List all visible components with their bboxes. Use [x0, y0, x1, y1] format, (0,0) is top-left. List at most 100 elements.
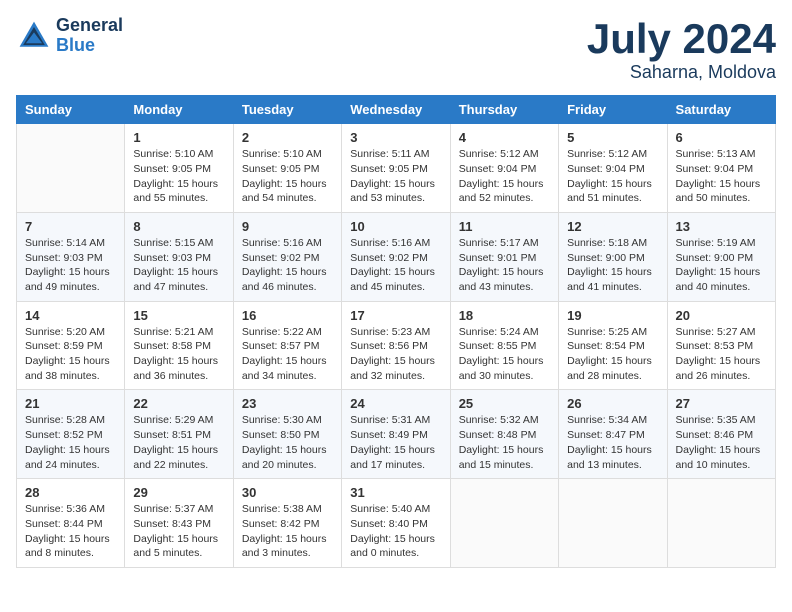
day-number: 4: [459, 130, 550, 145]
calendar-day-cell: [667, 479, 775, 568]
calendar-day-cell: 3 Sunrise: 5:11 AM Sunset: 9:05 PM Daylig…: [342, 124, 450, 213]
day-info: Sunrise: 5:16 AM Sunset: 9:02 PM Dayligh…: [350, 236, 441, 295]
day-info: Sunrise: 5:30 AM Sunset: 8:50 PM Dayligh…: [242, 413, 333, 472]
day-number: 31: [350, 485, 441, 500]
calendar-day-cell: 26 Sunrise: 5:34 AM Sunset: 8:47 PM Dayli…: [559, 390, 667, 479]
day-number: 2: [242, 130, 333, 145]
day-info: Sunrise: 5:13 AM Sunset: 9:04 PM Dayligh…: [676, 147, 767, 206]
calendar-day-cell: 22Sunrise: 5:29 AM Sunset: 8:51 PM Dayli…: [125, 390, 233, 479]
day-info: Sunrise: 5:21 AM Sunset: 8:58 PM Dayligh…: [133, 325, 224, 384]
calendar-day-cell: [559, 479, 667, 568]
day-info: Sunrise: 5:28 AM Sunset: 8:52 PM Dayligh…: [25, 413, 116, 472]
calendar-day-cell: 1 Sunrise: 5:10 AM Sunset: 9:05 PM Daylig…: [125, 124, 233, 213]
day-info: Sunrise: 5:20 AM Sunset: 8:59 PM Dayligh…: [25, 325, 116, 384]
calendar-day-cell: 20Sunrise: 5:27 AM Sunset: 8:53 PM Dayli…: [667, 301, 775, 390]
day-info: Sunrise: 5:40 AM Sunset: 8:40 PM Dayligh…: [350, 502, 441, 561]
calendar-day-cell: [450, 479, 558, 568]
calendar-week-row: 7Sunrise: 5:14 AM Sunset: 9:03 PM Daylig…: [17, 212, 776, 301]
day-number: 7: [25, 219, 116, 234]
title-area: July 2024 Saharna, Moldova: [587, 16, 776, 83]
calendar-day-cell: [17, 124, 125, 213]
calendar-day-cell: 4 Sunrise: 5:12 AM Sunset: 9:04 PM Daylig…: [450, 124, 558, 213]
day-info: Sunrise: 5:12 AM Sunset: 9:04 PM Dayligh…: [459, 147, 550, 206]
calendar-day-cell: 5 Sunrise: 5:12 AM Sunset: 9:04 PM Daylig…: [559, 124, 667, 213]
calendar-day-cell: 18Sunrise: 5:24 AM Sunset: 8:55 PM Dayli…: [450, 301, 558, 390]
weekday-header-cell: Monday: [125, 96, 233, 124]
day-number: 6: [676, 130, 767, 145]
day-number: 5: [567, 130, 658, 145]
day-number: 3: [350, 130, 441, 145]
day-number: 23: [242, 396, 333, 411]
day-info: Sunrise: 5:15 AM Sunset: 9:03 PM Dayligh…: [133, 236, 224, 295]
weekday-header-cell: Wednesday: [342, 96, 450, 124]
day-number: 30: [242, 485, 333, 500]
calendar-day-cell: 25Sunrise: 5:32 AM Sunset: 8:48 PM Dayli…: [450, 390, 558, 479]
day-info: Sunrise: 5:10 AM Sunset: 9:05 PM Dayligh…: [133, 147, 224, 206]
day-info: Sunrise: 5:16 AM Sunset: 9:02 PM Dayligh…: [242, 236, 333, 295]
day-number: 18: [459, 308, 550, 323]
header: General Blue July 2024 Saharna, Moldova: [16, 16, 776, 83]
calendar-day-cell: 17Sunrise: 5:23 AM Sunset: 8:56 PM Dayli…: [342, 301, 450, 390]
day-info: Sunrise: 5:22 AM Sunset: 8:57 PM Dayligh…: [242, 325, 333, 384]
calendar-day-cell: 14 Sunrise: 5:20 AM Sunset: 8:59 PM Dayli…: [17, 301, 125, 390]
day-number: 21: [25, 396, 116, 411]
weekday-header-cell: Friday: [559, 96, 667, 124]
day-info: Sunrise: 5:34 AM Sunset: 8:47 PM Dayligh…: [567, 413, 658, 472]
day-number: 28: [25, 485, 116, 500]
calendar-body: 1 Sunrise: 5:10 AM Sunset: 9:05 PM Daylig…: [17, 124, 776, 568]
calendar-day-cell: 21 Sunrise: 5:28 AM Sunset: 8:52 PM Dayli…: [17, 390, 125, 479]
weekday-header-cell: Thursday: [450, 96, 558, 124]
calendar-table: SundayMondayTuesdayWednesdayThursdayFrid…: [16, 95, 776, 568]
day-number: 13: [676, 219, 767, 234]
calendar-day-cell: 13 Sunrise: 5:19 AM Sunset: 9:00 PM Dayli…: [667, 212, 775, 301]
day-info: Sunrise: 5:35 AM Sunset: 8:46 PM Dayligh…: [676, 413, 767, 472]
day-info: Sunrise: 5:10 AM Sunset: 9:05 PM Dayligh…: [242, 147, 333, 206]
day-info: Sunrise: 5:19 AM Sunset: 9:00 PM Dayligh…: [676, 236, 767, 295]
day-number: 15: [133, 308, 224, 323]
day-info: Sunrise: 5:11 AM Sunset: 9:05 PM Dayligh…: [350, 147, 441, 206]
location-title: Saharna, Moldova: [587, 62, 776, 83]
calendar-day-cell: 2 Sunrise: 5:10 AM Sunset: 9:05 PM Daylig…: [233, 124, 341, 213]
calendar-day-cell: 15 Sunrise: 5:21 AM Sunset: 8:58 PM Dayli…: [125, 301, 233, 390]
day-number: 19: [567, 308, 658, 323]
weekday-header-row: SundayMondayTuesdayWednesdayThursdayFrid…: [17, 96, 776, 124]
calendar-day-cell: 30 Sunrise: 5:38 AM Sunset: 8:42 PM Dayli…: [233, 479, 341, 568]
day-info: Sunrise: 5:17 AM Sunset: 9:01 PM Dayligh…: [459, 236, 550, 295]
weekday-header-cell: Tuesday: [233, 96, 341, 124]
calendar-day-cell: 9Sunrise: 5:16 AM Sunset: 9:02 PM Daylig…: [233, 212, 341, 301]
day-info: Sunrise: 5:36 AM Sunset: 8:44 PM Dayligh…: [25, 502, 116, 561]
day-info: Sunrise: 5:31 AM Sunset: 8:49 PM Dayligh…: [350, 413, 441, 472]
day-number: 27: [676, 396, 767, 411]
logo-icon: [16, 18, 52, 54]
calendar-day-cell: 28 Sunrise: 5:36 AM Sunset: 8:44 PM Dayli…: [17, 479, 125, 568]
calendar-day-cell: 27 Sunrise: 5:35 AM Sunset: 8:46 PM Dayli…: [667, 390, 775, 479]
calendar-week-row: 1 Sunrise: 5:10 AM Sunset: 9:05 PM Daylig…: [17, 124, 776, 213]
day-number: 8: [133, 219, 224, 234]
day-number: 26: [567, 396, 658, 411]
day-info: Sunrise: 5:38 AM Sunset: 8:42 PM Dayligh…: [242, 502, 333, 561]
calendar-day-cell: 24 Sunrise: 5:31 AM Sunset: 8:49 PM Dayli…: [342, 390, 450, 479]
day-number: 11: [459, 219, 550, 234]
day-number: 17: [350, 308, 441, 323]
calendar-day-cell: 10Sunrise: 5:16 AM Sunset: 9:02 PM Dayli…: [342, 212, 450, 301]
day-info: Sunrise: 5:32 AM Sunset: 8:48 PM Dayligh…: [459, 413, 550, 472]
day-info: Sunrise: 5:12 AM Sunset: 9:04 PM Dayligh…: [567, 147, 658, 206]
day-info: Sunrise: 5:37 AM Sunset: 8:43 PM Dayligh…: [133, 502, 224, 561]
day-number: 16: [242, 308, 333, 323]
weekday-header-cell: Saturday: [667, 96, 775, 124]
calendar-day-cell: 11 Sunrise: 5:17 AM Sunset: 9:01 PM Dayli…: [450, 212, 558, 301]
calendar-day-cell: 6 Sunrise: 5:13 AM Sunset: 9:04 PM Daylig…: [667, 124, 775, 213]
day-number: 24: [350, 396, 441, 411]
calendar-day-cell: 16 Sunrise: 5:22 AM Sunset: 8:57 PM Dayli…: [233, 301, 341, 390]
day-number: 22: [133, 396, 224, 411]
calendar-day-cell: 19 Sunrise: 5:25 AM Sunset: 8:54 PM Dayli…: [559, 301, 667, 390]
logo-text-blue: Blue: [56, 36, 123, 56]
month-title: July 2024: [587, 16, 776, 62]
calendar-day-cell: 29 Sunrise: 5:37 AM Sunset: 8:43 PM Dayli…: [125, 479, 233, 568]
day-info: Sunrise: 5:25 AM Sunset: 8:54 PM Dayligh…: [567, 325, 658, 384]
day-number: 29: [133, 485, 224, 500]
day-number: 1: [133, 130, 224, 145]
day-info: Sunrise: 5:18 AM Sunset: 9:00 PM Dayligh…: [567, 236, 658, 295]
calendar-day-cell: 23 Sunrise: 5:30 AM Sunset: 8:50 PM Dayli…: [233, 390, 341, 479]
day-number: 14: [25, 308, 116, 323]
